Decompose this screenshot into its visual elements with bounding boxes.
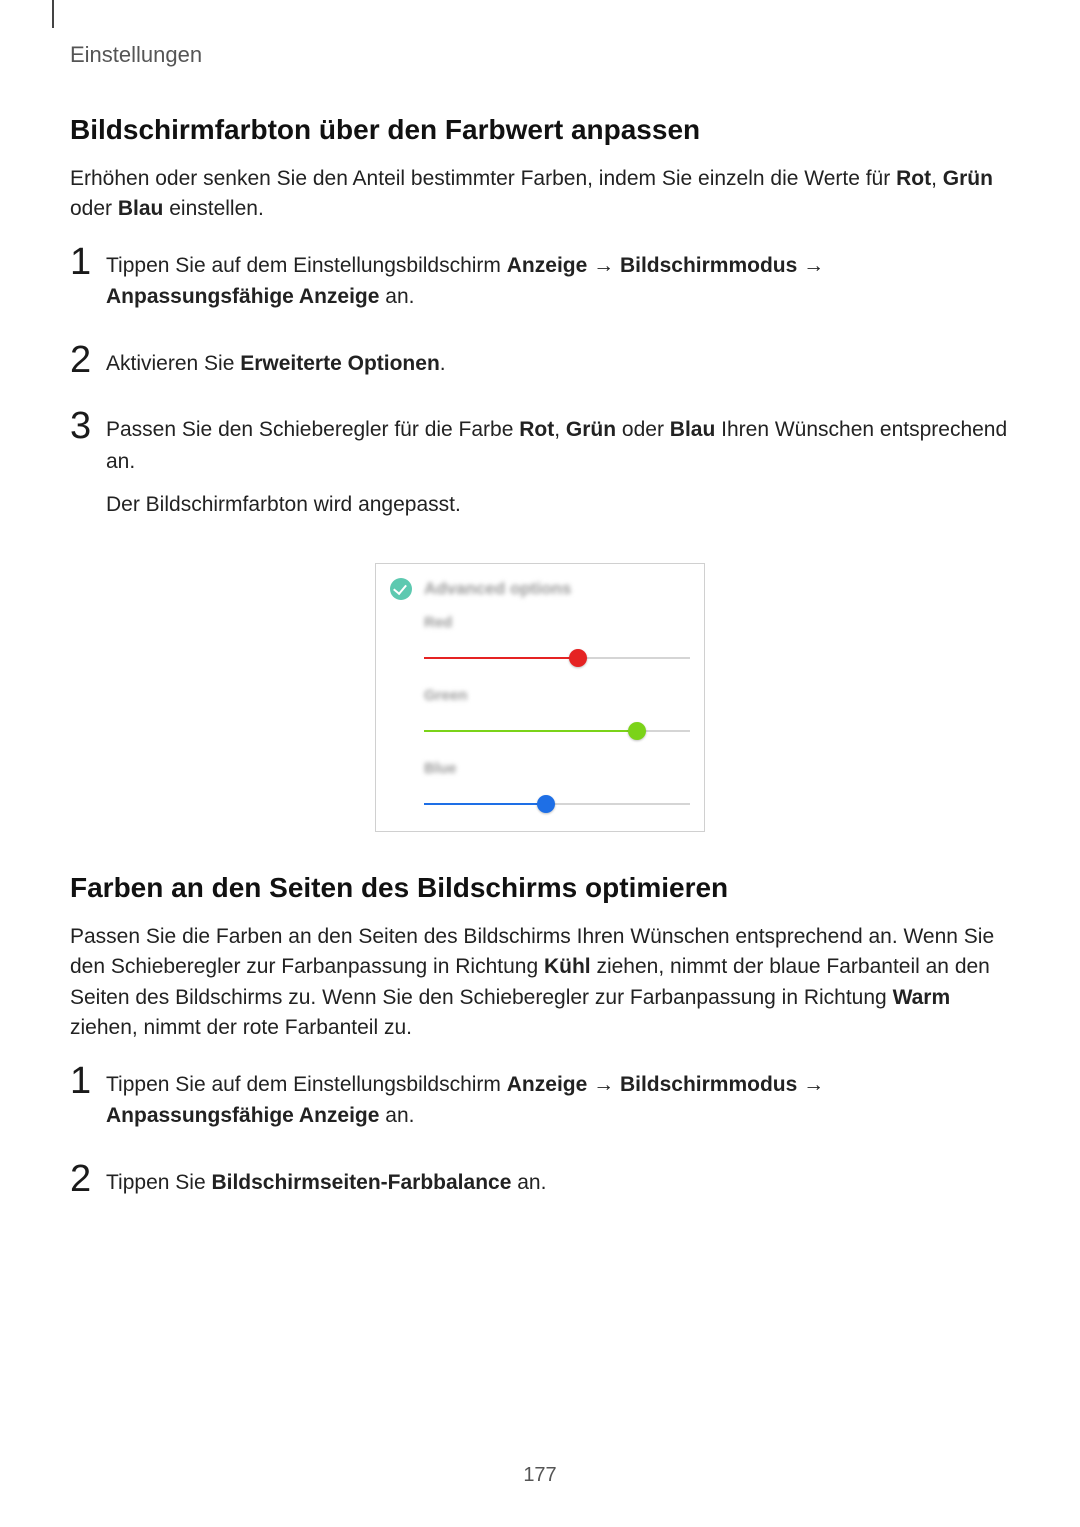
section-heading-color-value: Bildschirmfarbton über den Farbwert anpa… bbox=[70, 114, 1010, 146]
text-bold: Anpassungsfähige Anzeige bbox=[106, 1104, 379, 1127]
slider-label: Blue bbox=[424, 760, 690, 777]
text: Tippen Sie bbox=[106, 1171, 211, 1194]
slider-track bbox=[424, 793, 690, 815]
text-bold: Grün bbox=[566, 418, 616, 441]
text: . bbox=[440, 352, 446, 375]
text: Aktivieren Sie bbox=[106, 352, 240, 375]
breadcrumb: Einstellungen bbox=[70, 42, 1010, 68]
slider-label: Green bbox=[424, 687, 690, 704]
text: an. bbox=[511, 1171, 546, 1194]
step-item: 1 Tippen Sie auf dem Einstellungsbildsch… bbox=[70, 249, 1010, 325]
step-number: 2 bbox=[70, 341, 106, 379]
text: Der Bildschirmfarbton wird angepasst. bbox=[106, 493, 461, 516]
text: an. bbox=[379, 1104, 414, 1127]
text-bold: Kühl bbox=[544, 955, 591, 978]
step-number: 2 bbox=[70, 1160, 106, 1198]
illustration-card: Advanced options Red Green bbox=[375, 563, 705, 832]
slider-thumb bbox=[537, 795, 555, 813]
slider-group-red: Red bbox=[390, 614, 690, 669]
text: , bbox=[554, 418, 566, 441]
text: ziehen, nimmt der rote Farbanteil zu. bbox=[70, 1016, 412, 1039]
text: Tippen Sie auf dem Einstellungsbildschir… bbox=[106, 254, 507, 277]
text-bold: Anpassungsfähige Anzeige bbox=[106, 285, 379, 308]
step-number: 1 bbox=[70, 1062, 106, 1100]
step-item: 2 Aktivieren Sie Erweiterte Optionen. bbox=[70, 347, 1010, 392]
section2-steps: 1 Tippen Sie auf dem Einstellungsbildsch… bbox=[70, 1068, 1010, 1211]
text: → bbox=[587, 1073, 620, 1096]
illustration-title: Advanced options bbox=[424, 579, 571, 599]
text-bold: Erweiterte Optionen bbox=[240, 352, 440, 375]
text: → bbox=[797, 254, 824, 277]
text: oder bbox=[70, 197, 118, 220]
text-bold: Blau bbox=[670, 418, 716, 441]
text-bold: Blau bbox=[118, 197, 164, 220]
step-item: 3 Passen Sie den Schieberegler für die F… bbox=[70, 413, 1010, 533]
text-bold: Bildschirmmodus bbox=[620, 1073, 797, 1096]
step-body: Aktivieren Sie Erweiterte Optionen. bbox=[106, 347, 446, 392]
step-body: Passen Sie den Schieberegler für die Far… bbox=[106, 413, 1010, 533]
slider-track bbox=[424, 720, 690, 742]
step-item: 1 Tippen Sie auf dem Einstellungsbildsch… bbox=[70, 1068, 1010, 1144]
illustration-wrap: Advanced options Red Green bbox=[70, 563, 1010, 832]
text-bold: Warm bbox=[893, 986, 951, 1009]
slider-track-fill bbox=[424, 730, 637, 732]
slider-track bbox=[424, 647, 690, 669]
text-bold: Rot bbox=[519, 418, 554, 441]
step-body: Tippen Sie auf dem Einstellungsbildschir… bbox=[106, 1068, 1010, 1144]
text: an. bbox=[379, 285, 414, 308]
section-heading-edge-colors: Farben an den Seiten des Bildschirms opt… bbox=[70, 872, 1010, 904]
section2-intro: Passen Sie die Farben an den Seiten des … bbox=[70, 922, 1010, 1044]
step-body: Tippen Sie auf dem Einstellungsbildschir… bbox=[106, 249, 1010, 325]
slider-track-fill bbox=[424, 803, 546, 805]
step-item: 2 Tippen Sie Bildschirmseiten-Farbbalanc… bbox=[70, 1166, 1010, 1211]
text-bold: Anzeige bbox=[507, 1073, 588, 1096]
section1-intro: Erhöhen oder senken Sie den Anteil besti… bbox=[70, 164, 1010, 225]
text-bold: Grün bbox=[943, 167, 993, 190]
section1-steps: 1 Tippen Sie auf dem Einstellungsbildsch… bbox=[70, 249, 1010, 533]
text: Erhöhen oder senken Sie den Anteil besti… bbox=[70, 167, 896, 190]
text: , bbox=[931, 167, 943, 190]
slider-group-green: Green bbox=[390, 687, 690, 742]
slider-thumb bbox=[569, 649, 587, 667]
text: → bbox=[587, 254, 620, 277]
text: oder bbox=[616, 418, 670, 441]
slider-track-fill bbox=[424, 657, 578, 659]
text-bold: Bildschirmmodus bbox=[620, 254, 797, 277]
step-number: 3 bbox=[70, 407, 106, 445]
page-number: 177 bbox=[0, 1464, 1080, 1487]
check-circle-icon bbox=[390, 578, 412, 600]
text-bold: Anzeige bbox=[507, 254, 588, 277]
text-bold: Bildschirmseiten-Farbbalance bbox=[211, 1171, 511, 1194]
slider-group-blue: Blue bbox=[390, 760, 690, 815]
illustration-header: Advanced options bbox=[390, 578, 690, 600]
slider-thumb bbox=[628, 722, 646, 740]
page: Einstellungen Bildschirmfarbton über den… bbox=[0, 0, 1080, 1527]
step-number: 1 bbox=[70, 243, 106, 281]
step-body: Tippen Sie Bildschirmseiten-Farbbalance … bbox=[106, 1166, 546, 1211]
text: → bbox=[797, 1073, 824, 1096]
page-tab-mark bbox=[52, 0, 54, 28]
text: einstellen. bbox=[163, 197, 263, 220]
text: Tippen Sie auf dem Einstellungsbildschir… bbox=[106, 1073, 507, 1096]
slider-label: Red bbox=[424, 614, 690, 631]
text: Passen Sie den Schieberegler für die Far… bbox=[106, 418, 519, 441]
text-bold: Rot bbox=[896, 167, 931, 190]
